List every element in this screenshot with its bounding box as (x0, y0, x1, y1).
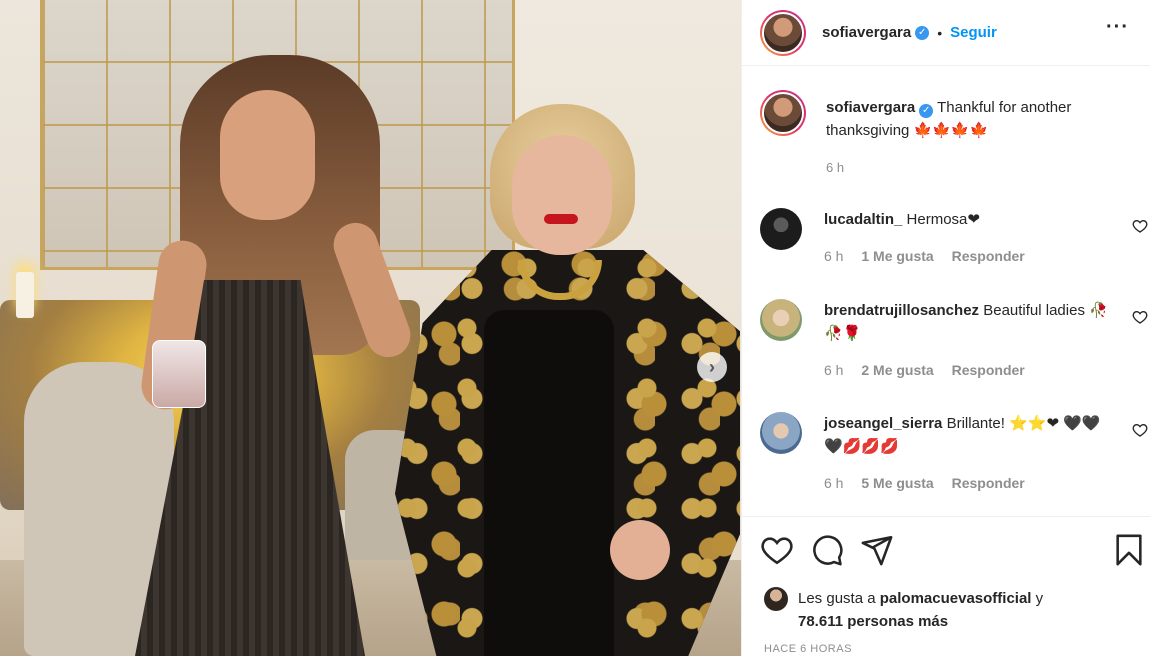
caption-username[interactable]: sofiavergara (826, 99, 915, 116)
next-image-icon[interactable]: › (697, 352, 727, 382)
post-timestamp[interactable]: HACE 6 HORAS (764, 643, 852, 655)
comment-time[interactable]: 6 h (824, 475, 843, 491)
comment: brendatrujillosanchez Beautiful ladies 🥀… (760, 299, 1150, 382)
likes-count[interactable]: 78.611 personas más (798, 613, 948, 630)
avatar[interactable] (760, 90, 806, 136)
avatar[interactable] (760, 412, 802, 454)
woman-right-top (484, 310, 614, 656)
more-options-icon[interactable]: ··· (1106, 16, 1129, 39)
comment-likes[interactable]: 2 Me gusta (861, 362, 933, 378)
comment-username[interactable]: brendatrujillosanchez (824, 302, 979, 319)
comment-likes[interactable]: 1 Me gusta (861, 248, 933, 264)
comment: joseangel_sierra Brillante! ⭐⭐❤ 🖤🖤🖤💋💋💋 6… (760, 412, 1150, 495)
avatar[interactable] (760, 299, 802, 341)
comment-time[interactable]: 6 h (824, 248, 843, 264)
post-side-panel: sofiavergara ✓ • Seguir ··· sofiavergara… (741, 0, 1150, 656)
comment-icon[interactable] (810, 533, 844, 567)
comment: lucadaltin_ Hermosa❤ 6 h 1 Me gusta Resp… (760, 208, 1150, 268)
comment-text: Hermosa❤ (906, 211, 980, 228)
share-icon[interactable] (860, 533, 894, 567)
avatar[interactable] (760, 9, 806, 56)
likes-connector: y (1035, 590, 1044, 607)
woman-right-face (512, 135, 612, 255)
follow-button[interactable]: Seguir (950, 24, 997, 41)
separator-dot: • (937, 24, 943, 41)
liked-by-username[interactable]: palomacuevasofficial (880, 590, 1032, 607)
caption: sofiavergara ✓ Thankful for another thank… (760, 90, 1140, 179)
reply-button[interactable]: Responder (952, 362, 1025, 378)
heart-icon[interactable] (1132, 309, 1148, 325)
woman-left-face (220, 90, 315, 220)
verified-badge-icon: ✓ (919, 103, 934, 118)
comment-username[interactable]: lucadaltin_ (824, 211, 902, 228)
woman-right-lips (544, 214, 578, 224)
reply-button[interactable]: Responder (952, 475, 1025, 491)
post-header: sofiavergara ✓ • Seguir ··· (742, 0, 1150, 66)
candle (16, 272, 34, 318)
heart-icon[interactable] (760, 533, 794, 567)
comment-likes[interactable]: 5 Me gusta (861, 475, 933, 491)
glass (152, 340, 206, 408)
comment-time[interactable]: 6 h (824, 362, 843, 378)
comment-username[interactable]: joseangel_sierra (824, 415, 942, 432)
author-username[interactable]: sofiavergara (822, 24, 911, 41)
woman-right-hand (610, 520, 670, 580)
heart-icon[interactable] (1132, 218, 1148, 234)
reply-button[interactable]: Responder (952, 248, 1025, 264)
heart-icon[interactable] (1132, 422, 1148, 438)
post-actions: Les gusta a palomacuevasofficial y 78.61… (742, 516, 1150, 656)
avatar[interactable] (764, 587, 788, 611)
verified-badge-icon: ✓ (915, 25, 930, 40)
likes-summary: Les gusta a palomacuevasofficial y 78.61… (764, 587, 1043, 633)
post-image[interactable]: › (0, 0, 741, 656)
bookmark-icon[interactable] (1112, 533, 1146, 567)
caption-time[interactable]: 6 h (826, 156, 1140, 179)
avatar[interactable] (760, 208, 802, 250)
likes-prefix: Les gusta a (798, 590, 876, 607)
